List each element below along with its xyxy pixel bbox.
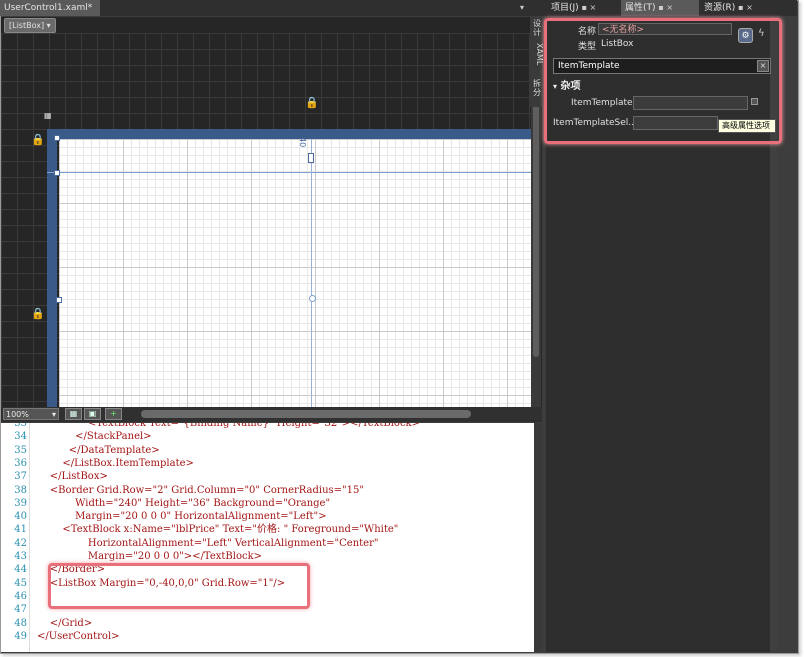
element-breadcrumb[interactable]: [ListBox] ▾ bbox=[4, 18, 56, 33]
code-line[interactable]: Width="240" Height="36" Background="Oran… bbox=[37, 497, 330, 510]
designer-toolbar: 100% ▾ ▦ ▣ + bbox=[1, 407, 542, 422]
column-rail[interactable] bbox=[47, 129, 531, 139]
code-line[interactable]: <Border Grid.Row="2" Grid.Column="0" Cor… bbox=[37, 484, 364, 497]
line-number: 34 bbox=[14, 431, 27, 443]
center-handle[interactable] bbox=[309, 295, 316, 302]
tab-resources[interactable]: 资源(R) ▪ × bbox=[700, 0, 776, 16]
lock-icon[interactable]: 🔒 bbox=[31, 133, 45, 146]
tab-properties[interactable]: 属性(T) ▪ × bbox=[621, 0, 699, 16]
tab-projects-label: 项目(J) bbox=[551, 3, 579, 13]
code-line[interactable]: </DataTemplate> bbox=[37, 444, 160, 457]
margin-value-label: 40 bbox=[298, 137, 307, 148]
code-line[interactable]: <TextBlock Text="{Binding Name}" Height=… bbox=[37, 423, 420, 430]
lock-icon[interactable]: 🔒 bbox=[305, 96, 319, 109]
line-number: 40 bbox=[14, 511, 27, 523]
code-line[interactable]: </Grid> bbox=[37, 617, 93, 630]
tab-split[interactable]: 拆分 bbox=[530, 79, 544, 97]
snap-lines-button[interactable]: ▣ bbox=[84, 408, 101, 420]
tab-projects[interactable]: 项目(J) ▪ × bbox=[547, 0, 619, 16]
highlight-properties bbox=[544, 18, 782, 144]
code-line[interactable]: HorizontalAlignment="Left" VerticalAlign… bbox=[37, 537, 379, 550]
grid-snap-button[interactable]: ▦ bbox=[65, 408, 82, 420]
center-guide-line bbox=[311, 139, 312, 407]
line-number: 43 bbox=[14, 551, 27, 562]
chevron-down-icon: ▾ bbox=[51, 410, 56, 419]
design-surface[interactable]: [ListBox] ▾ 🔒 🔒 🔒 ▦ 40 bbox=[1, 17, 542, 407]
margin-adorner-handle[interactable] bbox=[308, 153, 314, 163]
line-number: 38 bbox=[14, 484, 27, 496]
line-number: 33 bbox=[14, 423, 27, 429]
line-number: 39 bbox=[14, 497, 27, 509]
code-line[interactable]: </StackPanel> bbox=[37, 430, 151, 443]
pin-close-icon[interactable]: ▪ × bbox=[738, 3, 753, 12]
view-mode-tabs: 设计 XAML 拆分 bbox=[530, 17, 544, 107]
line-number: 42 bbox=[14, 537, 27, 549]
listbox-design-area[interactable] bbox=[59, 139, 531, 407]
tab-usercontrol1-xaml[interactable]: UserControl1.xaml* × bbox=[0, 0, 100, 28]
dropdown-arrow-icon[interactable]: ▾ bbox=[520, 3, 524, 12]
resize-handle-left[interactable] bbox=[56, 297, 62, 303]
line-number-gutter: 33 34 35 36 37 38 39 40 41 42 43 44 45 46 47 48 49 bbox=[1, 423, 30, 652]
code-line[interactable]: </ListBox> bbox=[37, 470, 108, 483]
code-line[interactable]: Margin="20 0 0 0"></TextBlock> bbox=[37, 550, 262, 563]
tab-label: UserControl1.xaml* bbox=[4, 3, 93, 13]
line-number: 46 bbox=[14, 590, 27, 602]
breadcrumb-label: [ListBox] bbox=[9, 21, 45, 30]
code-vertical-scrollbar[interactable] bbox=[534, 423, 542, 652]
code-line[interactable]: </ListBox.ItemTemplate> bbox=[37, 457, 193, 470]
line-number: 41 bbox=[14, 524, 27, 536]
grid-toggle-icon[interactable]: ▦ bbox=[44, 111, 52, 120]
designer-horizontal-scrollbar[interactable] bbox=[141, 410, 471, 418]
resize-handle-top-left[interactable] bbox=[54, 135, 60, 141]
tab-xaml[interactable]: XAML bbox=[530, 43, 544, 65]
tab-design[interactable]: 设计 bbox=[530, 19, 544, 37]
line-number: 47 bbox=[14, 604, 27, 616]
line-number: 48 bbox=[14, 617, 27, 629]
line-number: 36 bbox=[14, 457, 27, 469]
zoom-select[interactable]: 100% ▾ bbox=[3, 408, 59, 420]
tab-resources-label: 资源(R) bbox=[704, 3, 736, 13]
code-line[interactable]: Margin="20 0 0 0" HorizontalAlignment="L… bbox=[37, 510, 326, 523]
zoom-value: 100% bbox=[6, 410, 29, 419]
pin-close-icon[interactable]: ▪ × bbox=[658, 3, 673, 12]
line-number: 35 bbox=[14, 444, 27, 456]
pin-close-icon[interactable]: ▪ × bbox=[582, 3, 597, 12]
line-number: 37 bbox=[14, 471, 27, 483]
lock-icon[interactable]: 🔒 bbox=[31, 307, 45, 320]
dropdown-arrow-icon: ▾ bbox=[46, 21, 51, 30]
margin-guide-line bbox=[47, 172, 531, 173]
highlight-code-line bbox=[48, 563, 310, 609]
code-line[interactable]: </UserControl> bbox=[37, 630, 120, 643]
line-number: 49 bbox=[14, 630, 27, 642]
add-button[interactable]: + bbox=[105, 408, 122, 420]
tab-properties-label: 属性(T) bbox=[625, 3, 656, 13]
xaml-code-editor[interactable]: 33 34 35 36 37 38 39 40 41 42 43 44 45 46 47 48 49 <Text… bbox=[1, 423, 534, 652]
line-number: 45 bbox=[14, 577, 27, 589]
code-line[interactable]: <TextBlock x:Name="lblPrice" Text="价格: "… bbox=[37, 523, 398, 536]
line-number: 44 bbox=[14, 564, 27, 576]
resize-handle-margin[interactable] bbox=[54, 170, 60, 176]
top-tab-bar: UserControl1.xaml* × ▾ 项目(J) ▪ × 属性(T) ▪… bbox=[0, 0, 797, 28]
